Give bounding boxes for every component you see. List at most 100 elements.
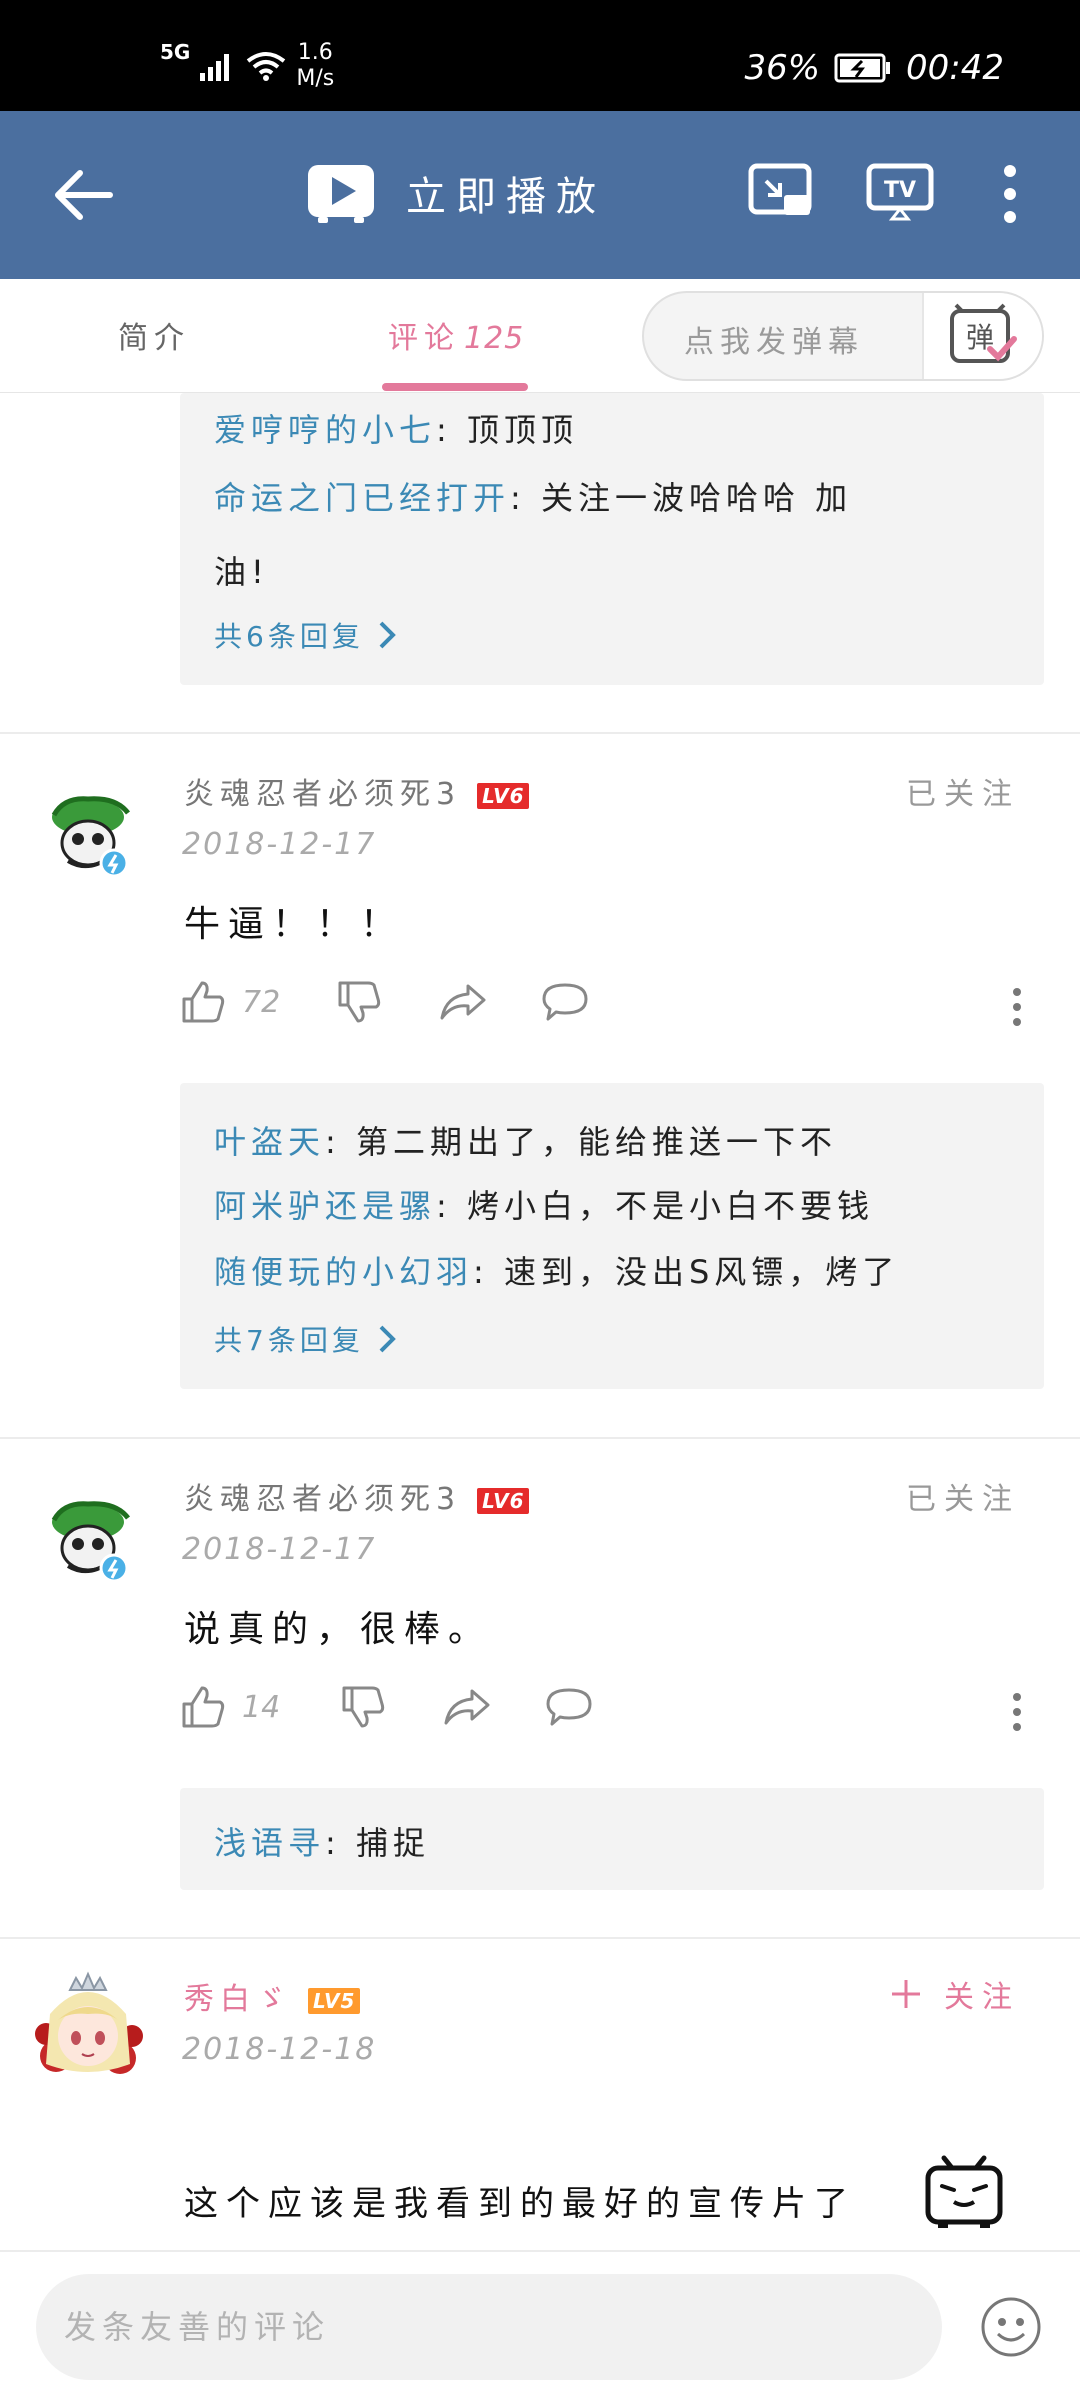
follow-button[interactable]: 已关注 [906, 769, 1020, 813]
network-type: 5G [160, 40, 191, 64]
share-button[interactable] [442, 1687, 492, 1727]
svg-text:TV: TV [884, 178, 916, 203]
dislike-button[interactable] [336, 979, 382, 1025]
danmaku-icon-box: 弹 [922, 293, 1042, 379]
more-menu-icon[interactable] [1000, 163, 1020, 225]
reply-line: 阿米驴还是骡: 烤小白，不是小白不要钱 [214, 1181, 874, 1227]
status-left: 5G 1.6 M/s [160, 40, 334, 92]
comment-actions: 72 [180, 979, 590, 1025]
network-speed: 1.6 M/s [296, 40, 335, 91]
emoji-icon[interactable] [980, 2296, 1042, 2358]
reply-button[interactable] [540, 981, 590, 1023]
reply-button[interactable] [544, 1686, 594, 1728]
reply-user[interactable]: 命运之门已经打开 [214, 479, 510, 517]
reply-box[interactable]: 爱哼哼的小七: 顶顶顶 命运之门已经打开: 关注一波哈哈哈 加 油! 共6条回复 [180, 393, 1044, 685]
status-right: 36% 00:42 [744, 48, 1004, 88]
share-button[interactable] [438, 982, 488, 1022]
follow-button[interactable]: 已关注 [906, 1474, 1020, 1518]
username-text: 炎魂忍者必须死3 [184, 777, 462, 812]
play-now-label: 立即播放 [406, 174, 606, 220]
dislike-button[interactable] [340, 1684, 386, 1730]
chat-bubble-icon [546, 1688, 592, 1726]
avatar[interactable] [44, 785, 140, 881]
reply-box[interactable]: 叶盗天: 第二期出了，能给推送一下不 阿米驴还是骡: 烤小白，不是小白不要钱 随… [180, 1083, 1044, 1389]
reply-box[interactable]: 浅语寻: 捕捉 [180, 1788, 1044, 1890]
tv-cast-icon[interactable]: TV [866, 163, 934, 221]
tab-comments-label: 评论 [388, 321, 460, 356]
reply-line: 叶盗天: 第二期出了，能给推送一下不 [214, 1117, 837, 1163]
follow-button[interactable]: 关注 [890, 1972, 1020, 2016]
view-replies-label: 共6条回复 [214, 620, 364, 653]
follow-label: 关注 [944, 1980, 1020, 2015]
comment-item: 炎魂忍者必须死3 LV6 已关注 2018-12-17 牛逼！！！ 72 叶盗天:… [0, 733, 1080, 1437]
level-badge: LV6 [477, 1487, 530, 1514]
avatar[interactable] [44, 1490, 140, 1586]
more-options-icon[interactable] [1012, 1692, 1022, 1732]
battery-percent: 36% [744, 48, 821, 88]
reply-user[interactable]: 叶盗天 [214, 1123, 325, 1161]
clock: 00:42 [906, 48, 1004, 88]
comment-list[interactable]: 爱哼哼的小七: 顶顶顶 命运之门已经打开: 关注一波哈哈哈 加 油! 共6条回复… [0, 393, 1080, 2250]
comment-date: 2018-12-18 [182, 2032, 377, 2067]
send-danmaku-button[interactable]: 点我发弹幕 弹 [642, 291, 1044, 381]
danmaku-icon: 弹 [950, 303, 1017, 363]
bilibili-tv-emoji-icon [925, 2155, 1003, 2228]
danmaku-placeholder: 点我发弹幕 [684, 325, 864, 360]
tab-intro[interactable]: 简介 [118, 313, 190, 357]
screen-cast-icon[interactable] [748, 163, 812, 219]
thumbs-down-icon [342, 1686, 385, 1728]
reply-user[interactable]: 爱哼哼的小七 [214, 411, 436, 449]
play-now-button[interactable]: 立即播放 [306, 161, 606, 225]
comment-username[interactable]: 炎魂忍者必须死3 LV6 [184, 769, 530, 813]
reply-text: 油! [214, 553, 269, 591]
comment-username[interactable]: 秀白ゞ LV5 [184, 1974, 361, 2018]
reply-user[interactable]: 阿米驴还是骡 [214, 1187, 436, 1225]
chat-bubble-icon [542, 983, 588, 1021]
share-icon [444, 1689, 490, 1725]
reply-user[interactable]: 浅语寻 [214, 1824, 325, 1862]
reply-line: 随便玩的小幻羽: 速到，没出S风镖，烤了 [214, 1247, 899, 1293]
level-badge: LV6 [477, 782, 530, 809]
comment-text: 牛逼！！！ [184, 904, 405, 945]
tab-bar: 简介 评论 125 点我发弹幕 弹 [0, 279, 1080, 393]
comment-count: 125 [464, 321, 525, 356]
view-replies-link[interactable]: 共6条回复 [214, 615, 396, 655]
comment-item: 秀白ゞ LV5 关注 2018-12-18 这个应该是我看到的最好的宣传片了 [0, 1938, 1080, 2250]
reply-text: : 速到，没出S风镖，烤了 [473, 1253, 900, 1291]
comment-date: 2018-12-17 [182, 827, 377, 862]
like-count: 72 [242, 984, 281, 1020]
chevron-right-icon [379, 621, 396, 649]
comment-input[interactable] [36, 2274, 942, 2380]
wifi-icon [247, 52, 286, 81]
view-replies-link[interactable]: 共7条回复 [214, 1319, 396, 1359]
view-replies-label: 共7条回复 [214, 1324, 364, 1357]
more-options-icon[interactable] [1012, 987, 1022, 1027]
reply-text: : 顶顶顶 [436, 411, 578, 449]
level-badge: LV5 [308, 1987, 361, 2014]
reply-text: : 烤小白，不是小白不要钱 [436, 1187, 874, 1225]
plus-icon [892, 1980, 920, 2008]
signal-icon [200, 54, 230, 81]
comment-bar [0, 2250, 1080, 2400]
back-arrow-icon[interactable] [52, 163, 116, 227]
like-button[interactable]: 72 [180, 979, 280, 1025]
comment-username[interactable]: 炎魂忍者必须死3 LV6 [184, 1474, 530, 1518]
avatar[interactable] [26, 1964, 150, 2088]
username-text: 炎魂忍者必须死3 [184, 1482, 462, 1517]
comment-text: 这个应该是我看到的最好的宣传片了 [184, 2184, 856, 2224]
tab-comments[interactable]: 评论 125 [388, 313, 524, 357]
comment-date: 2018-12-17 [182, 1532, 377, 1567]
battery-charging-icon [834, 53, 891, 83]
thumbs-down-icon [338, 981, 381, 1023]
active-tab-indicator [382, 383, 528, 391]
share-icon [440, 984, 486, 1020]
comment-text: 说真的，很棒。 [184, 1609, 493, 1650]
reply-text: : 关注一波哈哈哈 加 [510, 479, 853, 517]
username-text: 秀白ゞ [184, 1982, 292, 2017]
like-button[interactable]: 14 [180, 1684, 280, 1730]
status-bar: 5G 1.6 M/s 36% 00:42 [0, 0, 1080, 111]
reply-line: 浅语寻: 捕捉 [214, 1818, 430, 1864]
app-header: 立即播放 TV [0, 111, 1080, 279]
comment-item: 炎魂忍者必须死3 LV6 已关注 2018-12-17 说真的，很棒。 14 浅语… [0, 1438, 1080, 1938]
reply-user[interactable]: 随便玩的小幻羽 [214, 1253, 473, 1291]
